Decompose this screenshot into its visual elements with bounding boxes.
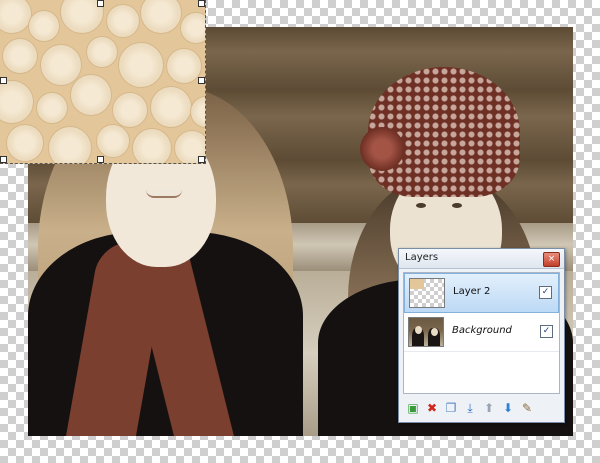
layers-panel[interactable]: Layers × Layer 2 ✓ Background ✓ ▣ ✖ ❐ ⤓ … xyxy=(398,248,565,423)
sand-dollar xyxy=(0,0,32,34)
sand-dollar xyxy=(150,86,192,128)
layer-thumbnail xyxy=(409,278,445,308)
duplicate-layer-icon[interactable]: ❐ xyxy=(443,400,459,416)
layer-name: Layer 2 xyxy=(453,286,491,297)
sand-dollar xyxy=(118,42,164,88)
sand-dollar xyxy=(28,10,60,42)
sand-dollar xyxy=(70,74,112,116)
layer-visibility-checkbox[interactable]: ✓ xyxy=(540,325,553,338)
left-girl-smile xyxy=(146,190,182,198)
sand-dollar xyxy=(36,92,68,124)
layers-toolbar: ▣ ✖ ❐ ⤓ ⬆ ⬇ ✎ xyxy=(405,400,558,418)
thumbnail-face xyxy=(431,328,438,336)
layer-properties-icon[interactable]: ✎ xyxy=(519,400,535,416)
sand-dollar xyxy=(106,4,140,38)
sand-dollar xyxy=(48,126,92,163)
move-layer-down-icon[interactable]: ⬇ xyxy=(500,400,516,416)
right-girl-eye xyxy=(416,203,426,208)
sand-dollar xyxy=(112,92,148,128)
pattern-layer-selection[interactable] xyxy=(0,0,206,164)
layers-panel-titlebar[interactable]: Layers × xyxy=(399,249,564,269)
layer-visibility-checkbox[interactable]: ✓ xyxy=(539,286,552,299)
sand-dollar xyxy=(2,38,38,74)
thumbnail-pattern-patch xyxy=(410,279,424,289)
right-girl-eye xyxy=(452,203,462,208)
close-icon[interactable]: × xyxy=(543,252,560,267)
sand-dollar xyxy=(180,12,205,44)
layer-row-background[interactable]: Background ✓ xyxy=(404,313,559,352)
resize-handle-left[interactable] xyxy=(0,77,7,84)
resize-handle-bottom-right[interactable] xyxy=(198,156,205,163)
layers-panel-title: Layers xyxy=(405,252,439,263)
sand-dollar xyxy=(190,96,205,128)
sand-dollar xyxy=(6,124,44,162)
resize-handle-top-right[interactable] xyxy=(198,0,205,7)
delete-layer-icon[interactable]: ✖ xyxy=(424,400,440,416)
resize-handle-right[interactable] xyxy=(198,77,205,84)
sand-dollar xyxy=(132,128,172,163)
sand-dollar xyxy=(166,48,202,84)
move-layer-up-icon[interactable]: ⬆ xyxy=(481,400,497,416)
layer-name: Background xyxy=(452,325,512,336)
layer-row-layer-2[interactable]: Layer 2 ✓ xyxy=(404,273,559,313)
resize-handle-bottom[interactable] xyxy=(97,156,104,163)
sand-dollar xyxy=(86,36,118,68)
layer-thumbnail xyxy=(408,317,444,347)
hat-flower xyxy=(360,127,404,171)
resize-handle-bottom-left[interactable] xyxy=(0,156,7,163)
sand-dollar xyxy=(0,80,34,124)
add-layer-icon[interactable]: ▣ xyxy=(405,400,421,416)
thumbnail-face xyxy=(415,326,422,334)
sand-dollar xyxy=(140,0,182,34)
sand-dollar xyxy=(96,124,130,158)
resize-handle-top[interactable] xyxy=(97,0,104,7)
layers-list[interactable]: Layer 2 ✓ Background ✓ xyxy=(403,272,560,394)
merge-layer-down-icon[interactable]: ⤓ xyxy=(462,400,478,416)
